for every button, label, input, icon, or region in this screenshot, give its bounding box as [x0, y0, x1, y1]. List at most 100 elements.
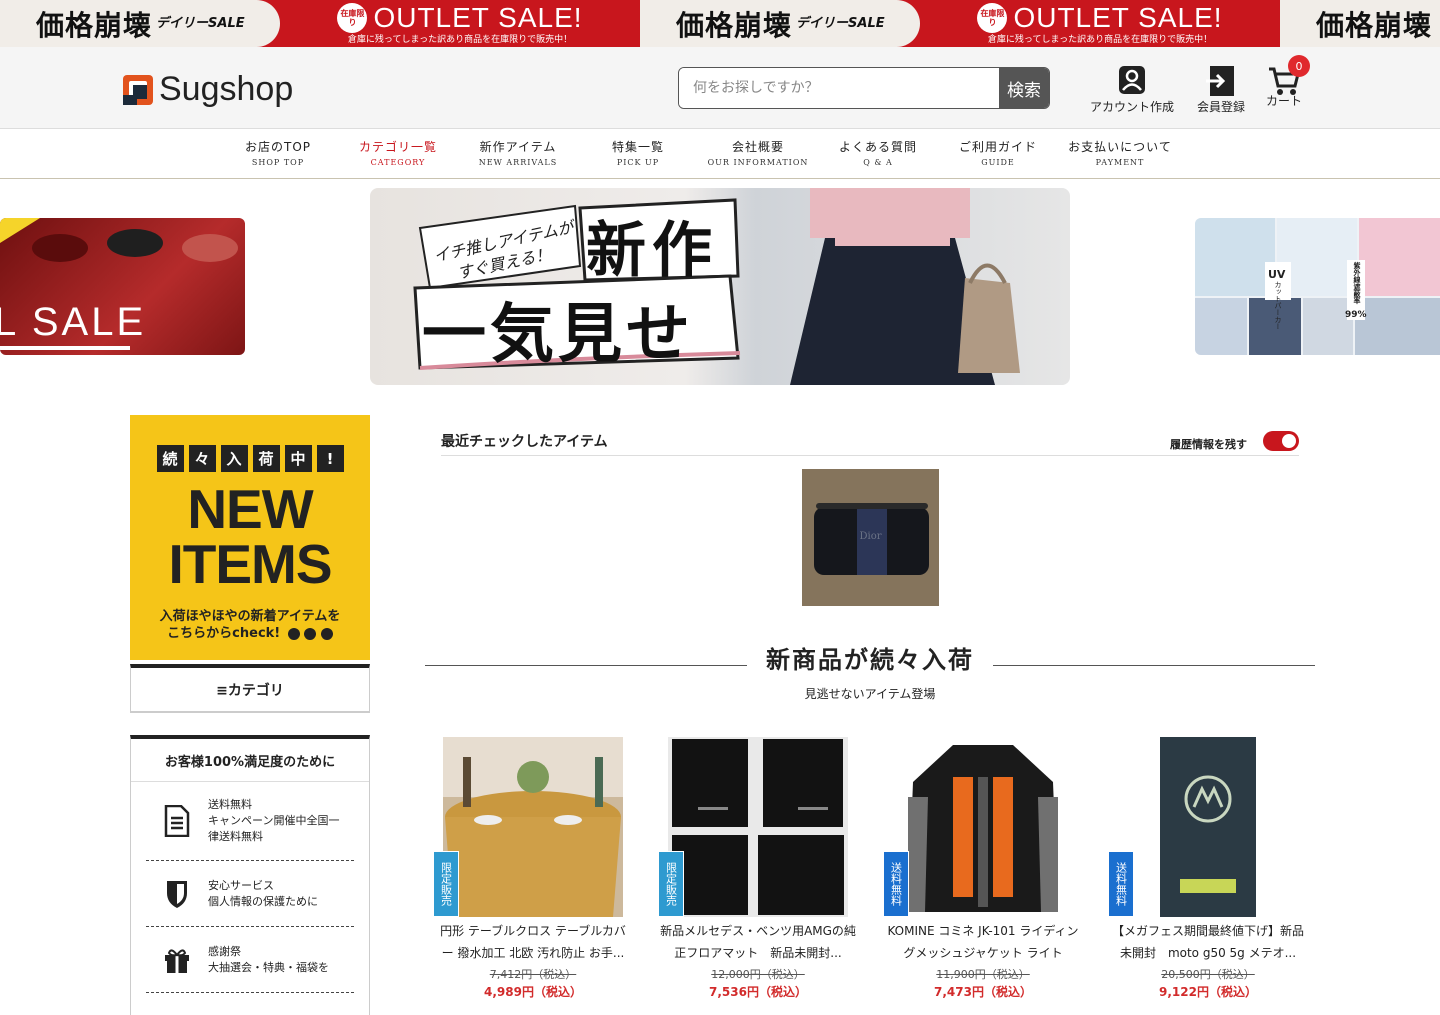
new-items-sub-2: こちらからcheck! — [167, 626, 281, 641]
nav-label-en: OUR INFORMATION — [707, 158, 809, 167]
new-items-big-2: ITEMS — [168, 533, 332, 595]
recent-item-thumbnail[interactable]: Dior — [802, 469, 939, 606]
satisfaction-line: 送料無料 — [208, 798, 252, 811]
global-nav: お店のTOP SHOP TOP カテゴリ一覧 CATEGORY 新作アイテム NEW … — [0, 129, 1440, 179]
nav-label-jp: カテゴリ一覧 — [358, 140, 437, 154]
nav-shop-top[interactable]: お店のTOP SHOP TOP — [218, 138, 338, 167]
nav-label-jp: 会社概要 — [731, 140, 784, 154]
account-create-link[interactable]: アカウント作成 — [1090, 64, 1174, 115]
product-image[interactable] — [443, 737, 623, 917]
product-price: 7,473円（税込） — [934, 985, 1032, 999]
nav-label-jp: 特集一覧 — [611, 140, 664, 154]
nav-our-information[interactable]: 会社概要 OUR INFORMATION — [698, 138, 818, 167]
satisfaction-item-security[interactable]: 安心サービス 個人情報の保護ために — [146, 861, 354, 927]
top-promo-banner[interactable]: 価格崩壊 デイリーSALE 在庫限り OUTLET SALE! 倉庫に残ってしま… — [0, 0, 1440, 47]
product-tag: 送料無料 — [1108, 851, 1134, 917]
nav-qa[interactable]: よくある質問 Q & A — [818, 138, 938, 167]
slide-new-arrivals[interactable]: イチ推しアイテムが すぐ買える！ 新作 一気見せ — [370, 188, 1070, 385]
product-tag: 限定販売 — [433, 851, 459, 917]
new-items-sub-1: 入荷ほやほやの新着アイテムを — [159, 609, 341, 624]
recent-item-brand: Dior — [859, 531, 882, 542]
product-tag: 送料無料 — [883, 851, 909, 917]
product-old-price: 20,500円（税込） — [1161, 968, 1255, 981]
nav-label-en: GUIDE — [981, 158, 1015, 167]
slide-uv-sub: カットパーカー — [1274, 281, 1282, 330]
satisfaction-line: キャンペーン開催中全国一 — [208, 814, 340, 827]
product-price: 9,122円（税込） — [1159, 985, 1257, 999]
stock-limited-badge: 在庫限り — [337, 3, 368, 33]
slide-next-uv-parka[interactable]: UV カットパーカー 紫外線遮蔽率 99% — [1195, 218, 1440, 355]
promo-segment: 価格崩壊 デイリーSALE 在庫限り OUTLET SALE! 倉庫に残ってしま… — [0, 0, 640, 47]
search-button[interactable]: 検索 — [999, 68, 1049, 108]
satisfaction-line: 大抽選会・特典・福袋を — [208, 960, 329, 974]
history-toggle[interactable] — [1263, 430, 1299, 451]
daily-sale-headline: 価格崩壊 — [1316, 8, 1433, 42]
product-image[interactable] — [1118, 737, 1298, 917]
outlet-sale-subtext: 倉庫に残ってしまった訳あり商品を在庫限りで販売中！ — [987, 35, 1213, 45]
slide-prev-sale[interactable]: L SALE — [0, 218, 245, 355]
document-icon — [146, 805, 208, 837]
new-items-chars: 続 々 入 荷 中 ! — [130, 445, 370, 472]
daily-sale-small: デイリーSALE — [796, 16, 885, 31]
daily-sale-headline: 価格崩壊 — [676, 8, 793, 42]
account-create-label: アカウント作成 — [1090, 100, 1175, 114]
nav-label-en: PAYMENT — [1095, 158, 1145, 167]
new-items-char: 入 — [220, 445, 248, 472]
product-image[interactable] — [893, 737, 1073, 917]
product-name[interactable]: 新品メルセデス・ベンツ用AMGの純正フロアマット 新品未開封... — [660, 920, 856, 964]
cart-link[interactable]: カート 0 — [1266, 55, 1311, 109]
nav-guide[interactable]: ご利用ガイド GUIDE — [938, 138, 1058, 167]
nav-pick-up[interactable]: 特集一覧 PICK UP — [578, 138, 698, 167]
category-button[interactable]: ≡カテゴリ — [130, 664, 370, 713]
daily-sale-label: 価格崩壊 デイリーSALE — [640, 0, 920, 47]
arrow-right-icon — [320, 627, 333, 640]
register-link[interactable]: 会員登録 — [1197, 64, 1245, 115]
new-products-subtitle: 見逃せないアイテム登場 — [804, 687, 936, 701]
new-items-char: 荷 — [252, 445, 280, 472]
satisfaction-line: 感謝祭 — [208, 944, 241, 958]
site-header: Sugshop 検索 アカウント作成 会員登録 カート 0 — [0, 47, 1440, 129]
login-icon — [1206, 66, 1234, 96]
logo-mark-icon — [123, 74, 153, 105]
new-products-title: 新商品が続々入荷 — [766, 646, 974, 674]
history-setting: 履歴情報を残す — [1170, 430, 1299, 452]
product-name[interactable]: KOMINE コミネ JK-101 ライディングメッシュジャケット ライト — [885, 920, 1081, 964]
outlet-sale-text: OUTLET SALE! — [373, 2, 583, 33]
nav-label-jp: お支払いについて — [1068, 140, 1172, 154]
nav-label-en: SHOP TOP — [251, 158, 305, 167]
slide-uv-side: 紫外線遮蔽率 — [1353, 262, 1361, 304]
daily-sale-label: 価格崩壊 — [1280, 0, 1440, 47]
cart-count-badge: 0 — [1288, 55, 1311, 77]
outlet-sale-label: 在庫限り OUTLET SALE! 倉庫に残ってしまった訳あり商品を在庫限りで販… — [280, 0, 640, 47]
promo-segment: 価格崩壊 — [1280, 0, 1440, 47]
nav-payment[interactable]: お支払いについて PAYMENT — [1050, 138, 1190, 167]
slide-big-text-2: 一気見せ — [422, 297, 694, 372]
new-items-char: 々 — [188, 445, 216, 472]
nav-label-jp: お店のTOP — [244, 140, 311, 154]
new-items-banner[interactable]: 続 々 入 荷 中 ! NEW ITEMS 入荷ほやほやの新着アイテムを こちら… — [130, 415, 370, 660]
product-old-price: 11,900円（税込） — [936, 968, 1030, 981]
product-name[interactable]: 【メガフェス期間最終値下げ】新品未開封 moto g50 5g メテオ... — [1110, 920, 1306, 964]
satisfaction-item-shipping[interactable]: 送料無料 キャンペーン開催中全国一 律送料無料 — [146, 782, 354, 861]
product-price: 7,536円（税込） — [709, 985, 807, 999]
daily-sale-headline: 価格崩壊 — [36, 8, 153, 42]
nav-new-arrivals[interactable]: 新作アイテム NEW ARRIVALS — [458, 138, 578, 167]
site-logo[interactable]: Sugshop — [123, 70, 293, 109]
nav-label-en: PICK UP — [616, 158, 660, 167]
product-image[interactable] — [668, 737, 848, 917]
satisfaction-item-festival[interactable]: 感謝祭 大抽選会・特典・福袋を — [146, 927, 354, 993]
account-icon — [1119, 66, 1145, 94]
slide-uv-text: UV — [1268, 268, 1286, 281]
nav-category[interactable]: カテゴリ一覧 CATEGORY — [338, 138, 458, 167]
shield-icon — [146, 879, 208, 909]
recently-viewed-header: 最近チェックしたアイテム 履歴情報を残す — [441, 426, 1299, 456]
register-label: 会員登録 — [1197, 100, 1246, 114]
nav-label-jp: 新作アイテム — [479, 140, 557, 154]
search-input[interactable] — [679, 68, 999, 108]
satisfaction-box: お客様100%満足度のために 送料無料 キャンペーン開催中全国一 律送料無料 安… — [130, 735, 370, 1015]
stock-limited-badge: 在庫限り — [977, 3, 1008, 33]
recently-viewed-title: 最近チェックしたアイテム — [441, 433, 608, 450]
new-items-char: 中 — [284, 445, 312, 472]
new-items-big-1: NEW — [187, 478, 313, 540]
product-name[interactable]: 円形 テーブルクロス テーブルカバー 撥水加工 北欧 汚れ防止 お手... — [435, 920, 631, 964]
